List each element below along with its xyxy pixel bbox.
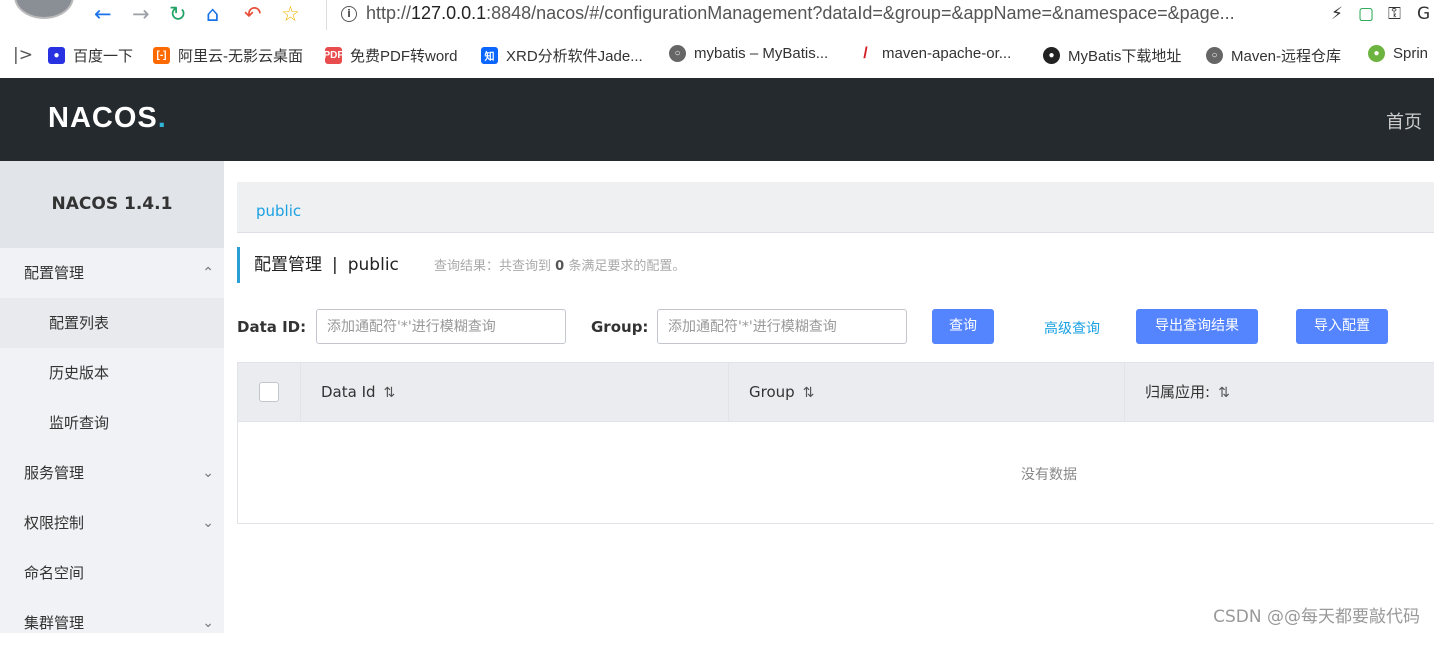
globe-icon: ○ xyxy=(1206,47,1223,64)
back-arrow-icon[interactable]: ← xyxy=(94,3,112,25)
pdf-icon: PDF xyxy=(324,47,344,64)
watermark: CSDN @@每天都要敲代码 xyxy=(1213,607,1420,627)
screenshot-icon[interactable]: ▢ xyxy=(1358,4,1374,24)
forward-arrow-icon[interactable]: → xyxy=(132,3,150,25)
aliyun-icon: [-] xyxy=(153,47,170,64)
key-icon[interactable]: ⚿ xyxy=(1388,4,1401,24)
bookmark-item[interactable]: / maven-apache-or... xyxy=(857,44,1011,63)
home-icon[interactable]: ⌂ xyxy=(206,3,219,25)
spring-icon: ● xyxy=(1368,45,1385,62)
version-title: NACOS 1.4.1 xyxy=(0,161,224,248)
page-heading: 配置管理 | public 查询结果：共查询到 0 条满足要求的配置。 xyxy=(237,247,685,283)
home-link[interactable]: 首页 xyxy=(1386,108,1422,134)
bookmark-item[interactable]: 知 XRD分析软件Jade... xyxy=(481,45,643,66)
bookmarks-bar: |> ● 百度一下 [-] 阿里云-无影云桌面 PDF 免费PDF转word 知 XRD… xyxy=(0,42,1434,72)
bookmark-item[interactable]: [-] 阿里云-无影云桌面 xyxy=(153,45,303,66)
sidebar-item-access-control[interactable]: 权限控制 ⌄ xyxy=(0,498,224,548)
bookmark-item[interactable]: ○ Maven-远程仓库 xyxy=(1206,45,1341,66)
column-header-dataid[interactable]: Data Id ⇅ xyxy=(300,363,728,422)
config-table: Data Id ⇅ Group ⇅ 归属应用: ⇅ 没有数据 xyxy=(237,362,1434,524)
bookmark-item[interactable]: ○ mybatis – MyBatis... xyxy=(669,45,828,62)
profile-avatar[interactable] xyxy=(14,0,74,19)
export-results-button[interactable]: 导出查询结果 xyxy=(1136,309,1258,344)
table-header: Data Id ⇅ Group ⇅ 归属应用: ⇅ xyxy=(238,363,1434,422)
select-all-checkbox[interactable] xyxy=(259,382,279,402)
sidebar-item-config-management[interactable]: 配置管理 ⌃ xyxy=(0,248,224,298)
sort-icon[interactable]: ⇅ xyxy=(803,385,815,401)
translate-icon[interactable]: G xyxy=(1417,4,1430,24)
bookmark-item[interactable]: ● 百度一下 xyxy=(48,45,133,66)
query-result-text: 查询结果：共查询到 0 条满足要求的配置。 xyxy=(433,259,686,274)
feather-icon: / xyxy=(863,44,868,62)
namespace-breadcrumb: public xyxy=(237,182,1434,233)
dataid-label: Data ID: xyxy=(237,318,307,336)
globe-icon: ○ xyxy=(669,45,686,62)
sort-icon[interactable]: ⇅ xyxy=(1218,385,1230,401)
app-header: NACOS. 首页 xyxy=(0,78,1434,161)
namespace-name: public xyxy=(347,255,399,275)
advanced-query-link[interactable]: 高级查询 xyxy=(1044,318,1100,338)
chevron-down-icon: ⌄ xyxy=(202,465,214,481)
chevron-up-icon: ⌃ xyxy=(202,265,214,281)
chevron-down-icon: ⌄ xyxy=(202,515,214,531)
sort-icon[interactable]: ⇅ xyxy=(384,385,396,401)
namespace-link-public[interactable]: public xyxy=(256,202,301,220)
page-title: 配置管理 xyxy=(254,255,322,275)
import-config-button[interactable]: 导入配置 xyxy=(1296,309,1388,344)
address-bar[interactable]: i http://127.0.0.1:8848/nacos/#/configur… xyxy=(326,0,1326,30)
sidebar-item-namespace[interactable]: 命名空间 xyxy=(0,548,224,598)
empty-table-text: 没有数据 xyxy=(1021,467,1077,483)
query-button[interactable]: 查询 xyxy=(932,309,994,344)
bookmark-item[interactable]: ● Sprin xyxy=(1368,45,1428,62)
zhihu-icon: 知 xyxy=(481,47,498,64)
sidebar-item-config-list[interactable]: 配置列表 xyxy=(0,298,224,348)
sidebar: NACOS 1.4.1 配置管理 ⌃ 配置列表 历史版本 监听查询 服务管理 ⌄… xyxy=(0,161,224,633)
undo-icon[interactable]: ↶ xyxy=(244,3,262,25)
title-separator: | xyxy=(332,255,338,275)
sidebar-item-service-management[interactable]: 服务管理 ⌄ xyxy=(0,448,224,498)
sidebar-item-history-versions[interactable]: 历史版本 xyxy=(0,348,224,398)
baidu-icon: ● xyxy=(48,47,65,64)
nacos-logo[interactable]: NACOS. xyxy=(48,102,167,135)
sidebar-item-cluster-management[interactable]: 集群管理 ⌄ xyxy=(0,598,224,648)
group-label: Group: xyxy=(591,318,649,336)
chevron-down-icon: ⌄ xyxy=(202,615,214,631)
star-icon[interactable]: ☆ xyxy=(281,3,300,25)
lightning-icon[interactable]: ⚡ xyxy=(1331,4,1343,24)
group-input[interactable] xyxy=(657,309,907,344)
github-icon: ● xyxy=(1043,47,1060,64)
browser-toolbar: ← → ↻ ⌂ ↶ ☆ i http://127.0.0.1:8848/naco… xyxy=(0,0,1434,34)
bookmarks-toggle-icon[interactable]: |> xyxy=(13,45,33,65)
column-header-app[interactable]: 归属应用: ⇅ xyxy=(1124,363,1434,422)
reload-icon[interactable]: ↻ xyxy=(169,3,187,25)
column-header-group[interactable]: Group ⇅ xyxy=(728,363,1124,422)
info-icon[interactable]: i xyxy=(341,6,357,22)
sidebar-item-listener-query[interactable]: 监听查询 xyxy=(0,398,224,448)
bookmark-item[interactable]: PDF 免费PDF转word xyxy=(324,45,458,66)
bookmark-item[interactable]: ● MyBatis下载地址 xyxy=(1043,45,1181,66)
url-text[interactable]: http://127.0.0.1:8848/nacos/#/configurat… xyxy=(366,3,1235,24)
table-body: 没有数据 xyxy=(238,422,1434,523)
dataid-input[interactable] xyxy=(316,309,566,344)
